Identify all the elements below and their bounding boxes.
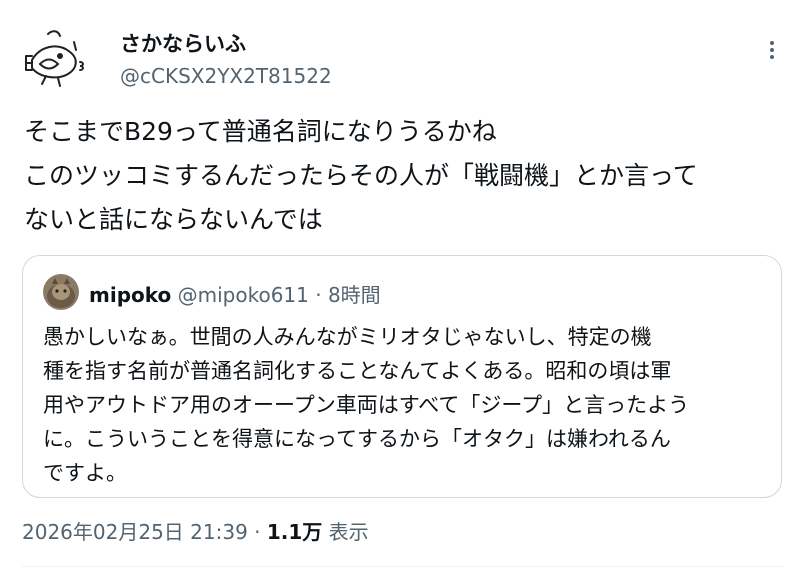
quote-line: 種を指す名前が普通名詞化することなんてよくある。昭和の頃は軍 xyxy=(43,359,672,383)
divider xyxy=(22,566,784,567)
tweet-header: さかならいふ @cCKSX2YX2T81522 xyxy=(16,16,790,96)
author-display-name[interactable]: さかならいふ xyxy=(120,28,246,58)
tweet-footer: 2026年02月25日 21:39 · 1.1万 表示 xyxy=(22,516,369,545)
tweet-line: このツッコミするんだったらその人が「戦闘機」とか言って xyxy=(24,161,698,190)
tweet-timestamp[interactable]: 2026年02月25日 21:39 xyxy=(22,520,248,544)
quote-time[interactable]: 8時間 xyxy=(328,283,381,307)
quote-line: 愚かしいなぁ。世間の人みんながミリオタじゃないし、特定の機 xyxy=(43,325,652,349)
footer-separator: · xyxy=(254,520,261,544)
tweet-text: そこまでB29って普通名詞になりうるかね このツッコミするんだったらその人が「戦… xyxy=(24,110,794,242)
author-handle[interactable]: @cCKSX2YX2T81522 xyxy=(120,64,332,88)
quote-author-name[interactable]: mipoko xyxy=(89,283,171,307)
more-options-icon[interactable] xyxy=(758,38,786,66)
quote-author-line: mipoko @mipoko611 · 8時間 xyxy=(89,279,381,308)
tweet-line: ないと話にならないんでは xyxy=(24,205,323,234)
meta-separator: · xyxy=(315,283,322,307)
views-label: 表示 xyxy=(328,520,369,544)
quote-line: に。こういうことを得意になってするから「オタク」は嫌われるん xyxy=(43,427,671,451)
tweet-line: そこまでB29って普通名詞になりうるかね xyxy=(24,117,497,146)
quote-author-handle[interactable]: @mipoko611 xyxy=(178,283,309,307)
quote-author-avatar[interactable] xyxy=(43,274,79,310)
quote-line: ですよ。 xyxy=(43,461,127,485)
quote-line: 用やアウトドア用のオーープン車両はすべて「ジープ」と言ったよう xyxy=(43,393,690,417)
quote-text: 愚かしいなぁ。世間の人みんながミリオタじゃないし、特定の機 種を指す名前が普通名… xyxy=(43,320,773,490)
author-avatar[interactable] xyxy=(18,20,94,96)
views-count: 1.1万 xyxy=(266,520,323,544)
quoted-tweet-card[interactable]: mipoko @mipoko611 · 8時間 愚かしいなぁ。世間の人みんながミ… xyxy=(22,255,782,498)
